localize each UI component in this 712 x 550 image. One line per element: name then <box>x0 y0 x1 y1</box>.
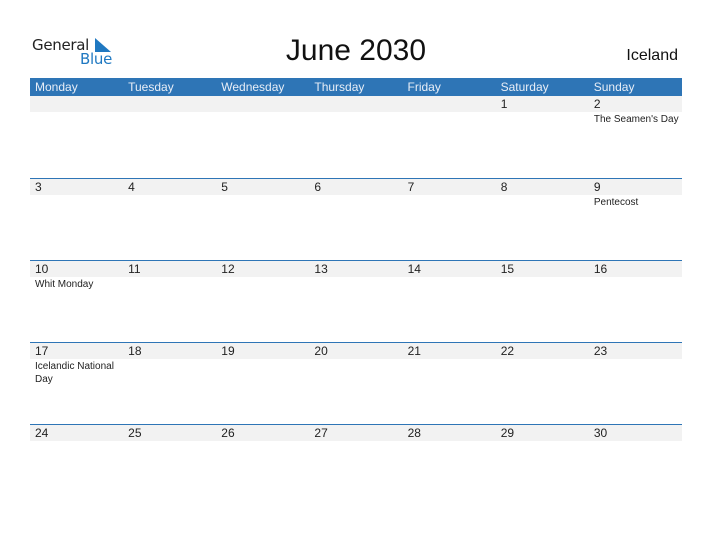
day-number: 22 <box>500 344 515 358</box>
day-cell: 9 Pentecost <box>589 179 682 260</box>
day-cell <box>309 96 402 178</box>
day-number: 19 <box>221 344 235 358</box>
day-number: 5 <box>221 180 228 194</box>
day-cell: 23 <box>589 343 682 424</box>
day-cell: 16 <box>589 261 682 342</box>
day-cell: 17 Icelandic National Day <box>30 343 123 424</box>
weekday-header: Monday Tuesday Wednesday Thursday Friday… <box>30 78 682 96</box>
day-number: 24 <box>35 426 49 440</box>
calendar-grid: Monday Tuesday Wednesday Thursday Friday… <box>30 78 682 506</box>
day-number: 29 <box>500 426 515 440</box>
calendar-week: 24 25 26 27 28 29 30 <box>30 424 682 506</box>
weekday-thursday: Thursday <box>314 80 365 94</box>
day-number: 3 <box>35 180 42 194</box>
day-number: 27 <box>314 426 328 440</box>
day-cell <box>123 96 216 178</box>
day-cell: 20 <box>309 343 402 424</box>
calendar-week: 10 Whit Monday 11 12 13 14 15 16 <box>30 260 682 342</box>
weekday-saturday: Saturday <box>500 80 549 94</box>
day-cell: 26 <box>216 425 309 506</box>
day-cell: 19 <box>216 343 309 424</box>
day-number: 13 <box>314 262 328 276</box>
day-number: 6 <box>314 180 322 194</box>
day-number: 18 <box>128 344 142 358</box>
day-cell: 7 <box>403 179 496 260</box>
calendar-week: 17 Icelandic National Day 18 19 20 21 22 23 <box>30 342 682 424</box>
day-cell: 22 <box>496 343 589 424</box>
day-cell: 13 <box>309 261 402 342</box>
day-number: 2 <box>593 97 601 111</box>
day-cell: 10 Whit Monday <box>30 261 123 342</box>
day-number: 23 <box>593 344 608 358</box>
day-cell: 1 <box>496 96 589 178</box>
weekday-monday: Monday <box>35 80 78 94</box>
day-cell: 2 The Seamen's Day <box>589 96 682 178</box>
weekday-tuesday: Tuesday <box>128 80 174 94</box>
day-cell: 4 <box>123 179 216 260</box>
day-number: 16 <box>593 262 608 276</box>
day-number: 12 <box>221 262 235 276</box>
day-cell: 28 <box>403 425 496 506</box>
weekday-wednesday: Wednesday <box>221 80 285 94</box>
day-number: 15 <box>500 262 515 276</box>
day-cell: 15 <box>496 261 589 342</box>
day-cell <box>30 96 123 178</box>
day-cell: 29 <box>496 425 589 506</box>
day-cell: 3 <box>30 179 123 260</box>
day-cell: 27 <box>309 425 402 506</box>
day-cell: 14 <box>403 261 496 342</box>
day-cell: 24 <box>30 425 123 506</box>
day-number: 10 <box>35 262 49 276</box>
day-cell <box>216 96 309 178</box>
day-number: 21 <box>407 344 421 358</box>
day-cell: 21 <box>403 343 496 424</box>
day-cell: 18 <box>123 343 216 424</box>
day-number: 14 <box>407 262 421 276</box>
day-number: 28 <box>407 426 421 440</box>
day-number: 25 <box>128 426 142 440</box>
day-number: 11 <box>128 262 141 276</box>
holiday-label: Pentecost <box>593 197 639 208</box>
day-number: 7 <box>407 180 415 194</box>
day-cell: 8 <box>496 179 589 260</box>
day-cell: 25 <box>123 425 216 506</box>
holiday-label: Whit Monday <box>35 279 94 290</box>
day-cell: 30 <box>589 425 682 506</box>
holiday-label: The Seamen's Day <box>593 114 679 125</box>
day-number: 4 <box>128 180 135 194</box>
day-cell: 6 <box>309 179 402 260</box>
weekday-sunday: Sunday <box>593 80 635 94</box>
country-label: Iceland <box>626 47 678 64</box>
calendar-week: 3 4 5 6 7 8 9 Pentecost <box>30 178 682 260</box>
day-number: 20 <box>314 344 328 358</box>
day-number: 17 <box>35 344 49 358</box>
holiday-label: Icelandic National Day <box>35 361 114 385</box>
day-cell: 11 <box>123 261 216 342</box>
day-number: 30 <box>593 426 608 440</box>
day-cell: 5 <box>216 179 309 260</box>
day-cell <box>403 96 496 178</box>
day-cell: 12 <box>216 261 309 342</box>
day-number: 26 <box>221 426 235 440</box>
day-number: 1 <box>500 97 508 111</box>
day-number: 9 <box>593 180 601 194</box>
page-title: June 2030 <box>285 34 427 67</box>
weekday-friday: Friday <box>407 80 441 94</box>
calendar-week: 1 2 The Seamen's Day <box>30 96 682 178</box>
day-number: 8 <box>500 180 508 194</box>
